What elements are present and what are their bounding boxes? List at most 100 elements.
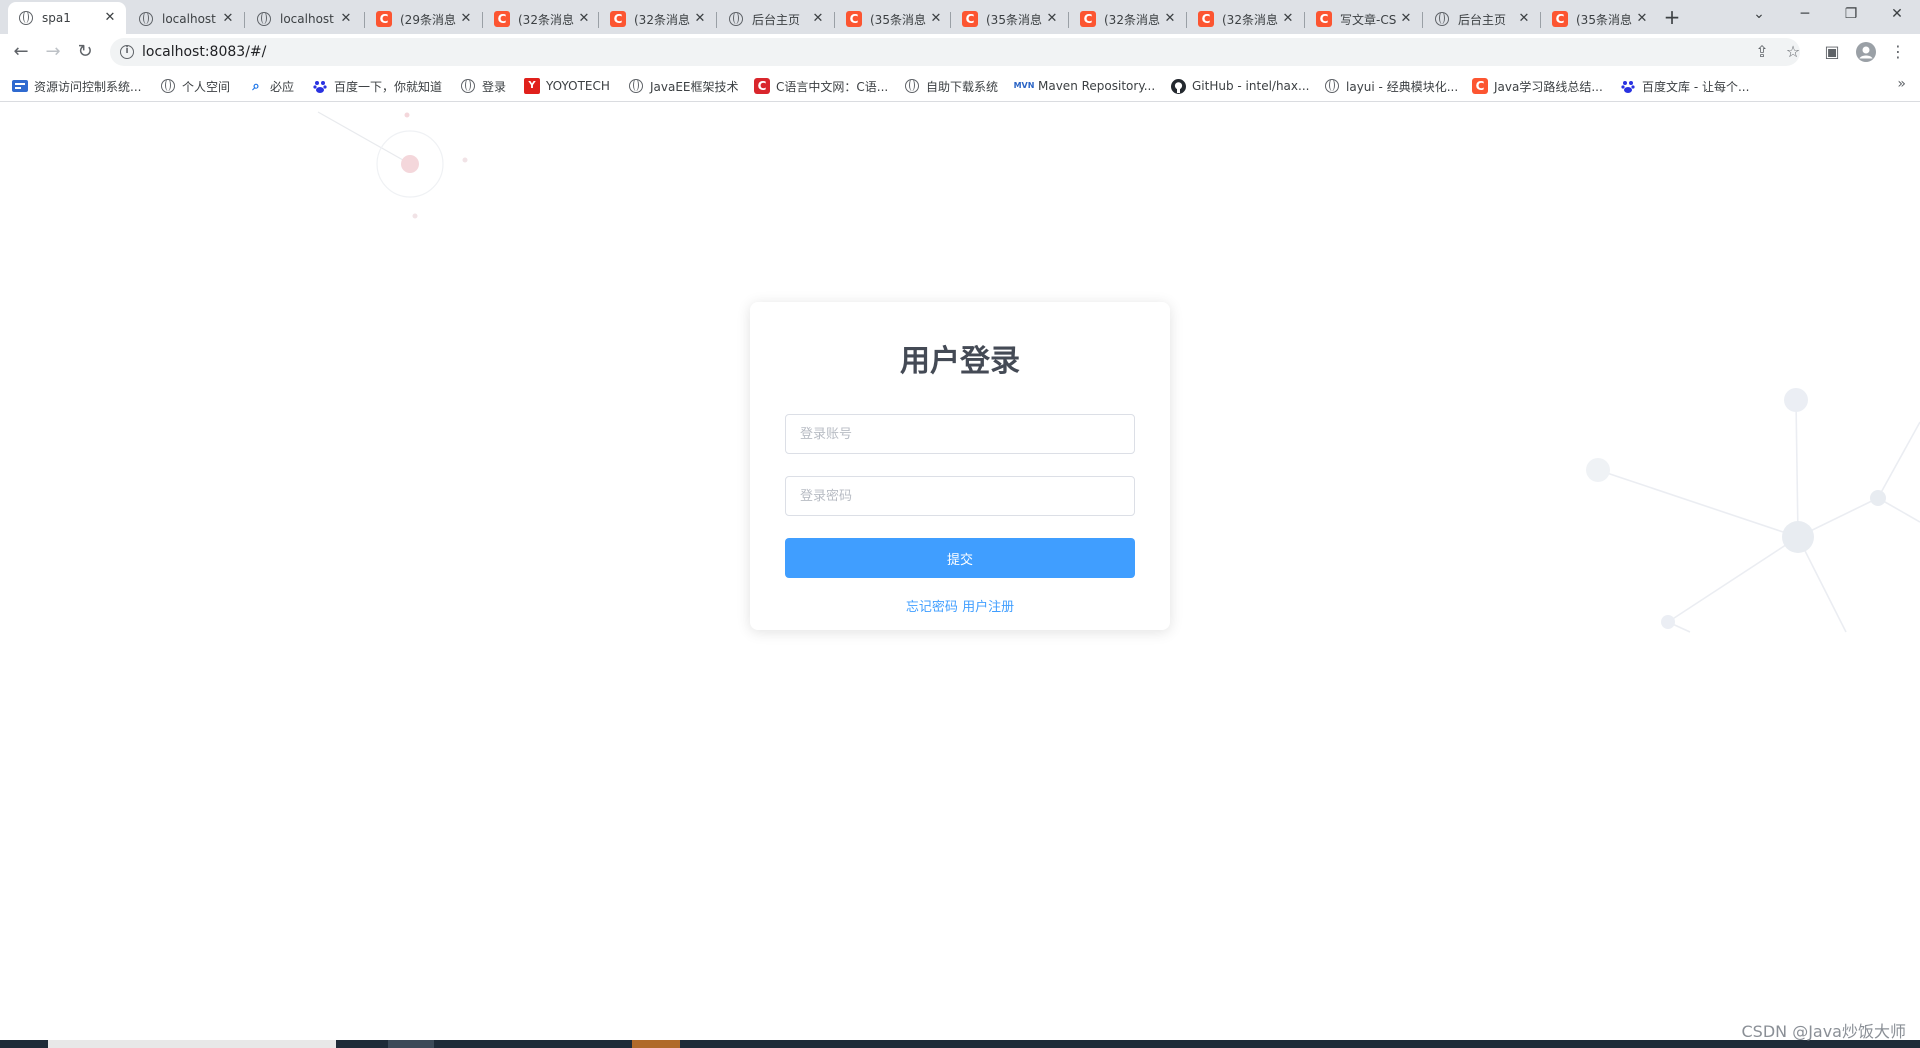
browser-tab[interactable]: C (35条消息 ✕	[836, 4, 952, 34]
tab-title: 后台主页	[1458, 12, 1507, 27]
restore-button[interactable]: ❐	[1828, 0, 1874, 30]
bookmark-item[interactable]: GitHub - intel/hax...	[1170, 77, 1309, 95]
taskbar-item[interactable]	[632, 1040, 680, 1048]
page-viewport: 用户登录 提交 忘记密码 用户注册	[0, 102, 1920, 1040]
baidu-icon	[1620, 78, 1636, 94]
csdn-icon: C	[962, 11, 978, 27]
bookmark-item[interactable]: C Java学习路线总结...	[1472, 77, 1603, 95]
browser-tab[interactable]: C (32条消息 ✕	[484, 4, 600, 34]
browser-tab[interactable]: C (32条消息 ✕	[600, 4, 716, 34]
bookmark-item[interactable]: ⌕ 必应	[248, 77, 294, 95]
tab-close-icon[interactable]: ✕	[1280, 11, 1296, 27]
tab-close-icon[interactable]: ✕	[1516, 11, 1532, 27]
browser-menu-icon[interactable]: ⋮	[1884, 38, 1912, 66]
tab-close-icon[interactable]: ✕	[338, 11, 354, 27]
tab-title: (32条消息	[1104, 12, 1160, 27]
tab-separator	[1422, 12, 1423, 28]
tab-search-button[interactable]: ⌄	[1736, 0, 1782, 30]
site-info-icon[interactable]: i	[120, 45, 134, 59]
yoyotech-icon: Y	[524, 78, 540, 94]
new-tab-button[interactable]: +	[1660, 5, 1684, 29]
globe-icon	[138, 11, 154, 27]
bookmark-item[interactable]: JavaEE框架技术	[628, 77, 739, 95]
github-icon	[1170, 78, 1186, 94]
tab-close-icon[interactable]: ✕	[810, 11, 826, 27]
bookmark-item[interactable]: 个人空间	[160, 77, 230, 95]
taskbar-item[interactable]	[388, 1040, 434, 1048]
globe-icon	[628, 78, 644, 94]
bookmark-label: 资源访问控制系统...	[34, 79, 142, 94]
reload-button[interactable]: ↻	[72, 39, 98, 65]
tab-close-icon[interactable]: ✕	[458, 11, 474, 27]
browser-tab[interactable]: C (29条消息 ✕	[366, 4, 482, 34]
tab-close-icon[interactable]: ✕	[928, 11, 944, 27]
tab-title: (32条消息	[518, 12, 574, 27]
bookmark-item[interactable]: 百度一下，你就知道	[312, 77, 442, 95]
bookmark-item[interactable]: layui - 经典模块化...	[1324, 77, 1458, 95]
username-input[interactable]	[785, 414, 1135, 454]
bookmark-item[interactable]: 百度文库 - 让每个...	[1620, 77, 1749, 95]
bookmark-item[interactable]: C C语言中文网：C语...	[754, 77, 888, 95]
tab-close-icon[interactable]: ✕	[1162, 11, 1178, 27]
globe-icon	[1434, 11, 1450, 27]
bookmark-item[interactable]: 自助下载系统	[904, 77, 998, 95]
tab-close-icon[interactable]: ✕	[102, 10, 118, 26]
os-taskbar	[0, 1040, 1920, 1048]
globe-icon	[160, 78, 176, 94]
tab-separator	[1186, 12, 1187, 28]
bookmark-item[interactable]: MVN Maven Repository...	[1014, 77, 1156, 95]
tab-title: (29条消息	[400, 12, 456, 27]
tab-title: localhost	[162, 12, 216, 26]
forgot-password-link[interactable]: 忘记密码	[906, 600, 958, 615]
tab-separator	[834, 12, 835, 28]
back-button[interactable]: ←	[8, 39, 34, 65]
address-url[interactable]: localhost:8083/#/	[142, 44, 266, 60]
search-icon: ⌕	[252, 78, 260, 94]
bookmarks-overflow-button[interactable]: »	[1897, 76, 1906, 92]
browser-tab[interactable]: C 写文章-CS ✕	[1306, 4, 1422, 34]
browser-tab[interactable]: localhost ✕	[128, 4, 244, 34]
side-panel-icon[interactable]: ▣	[1818, 38, 1846, 66]
csdn-icon: C	[1472, 78, 1488, 94]
browser-tab[interactable]: 后台主页 ✕	[1424, 4, 1540, 34]
browser-tab[interactable]: C (32条消息 ✕	[1070, 4, 1186, 34]
tab-title: (35条消息	[870, 12, 926, 27]
globe-icon	[256, 11, 272, 27]
forward-button[interactable]: →	[40, 39, 66, 65]
browser-tab[interactable]: C (35条消息 ✕	[952, 4, 1068, 34]
csdn-icon: C	[376, 11, 392, 27]
tab-separator	[1304, 12, 1305, 28]
address-bar[interactable]: i localhost:8083/#/	[110, 38, 1800, 66]
tab-close-icon[interactable]: ✕	[1044, 11, 1060, 27]
tab-title: 后台主页	[752, 12, 801, 27]
globe-icon	[904, 78, 920, 94]
submit-button[interactable]: 提交	[785, 538, 1135, 578]
bookmark-label: YOYOTECH	[546, 79, 610, 93]
tab-close-icon[interactable]: ✕	[1398, 11, 1414, 27]
browser-tab[interactable]: C (35条消息 ✕	[1542, 4, 1658, 34]
tab-title: (35条消息	[986, 12, 1042, 27]
tab-close-icon[interactable]: ✕	[220, 11, 236, 27]
taskbar-item[interactable]	[48, 1040, 336, 1048]
tab-title: spa1	[42, 11, 71, 25]
tab-title: (32条消息	[634, 12, 690, 27]
share-icon[interactable]: ⇪	[1748, 38, 1776, 66]
bookmark-item[interactable]: 登录	[460, 77, 506, 95]
tab-close-icon[interactable]: ✕	[1634, 11, 1650, 27]
browser-tab[interactable]: C (32条消息 ✕	[1188, 4, 1304, 34]
browser-tab[interactable]: 后台主页 ✕	[718, 4, 834, 34]
profile-avatar[interactable]	[1852, 38, 1880, 66]
register-link[interactable]: 用户注册	[962, 600, 1014, 615]
bookmark-item[interactable]: 资源访问控制系统...	[12, 77, 141, 95]
password-input[interactable]	[785, 476, 1135, 516]
login-links: 忘记密码 用户注册	[750, 596, 1170, 615]
tab-close-icon[interactable]: ✕	[692, 11, 708, 27]
tab-close-icon[interactable]: ✕	[576, 11, 592, 27]
tab-separator	[364, 12, 365, 28]
bookmark-item[interactable]: Y YOYOTECH	[524, 77, 610, 95]
bookmark-star-icon[interactable]: ☆	[1779, 38, 1807, 66]
minimize-button[interactable]: ─	[1782, 0, 1828, 30]
close-window-button[interactable]: ✕	[1874, 0, 1920, 30]
browser-tab[interactable]: localhost ✕	[246, 4, 362, 34]
browser-tab[interactable]: spa1 ✕	[8, 2, 126, 34]
